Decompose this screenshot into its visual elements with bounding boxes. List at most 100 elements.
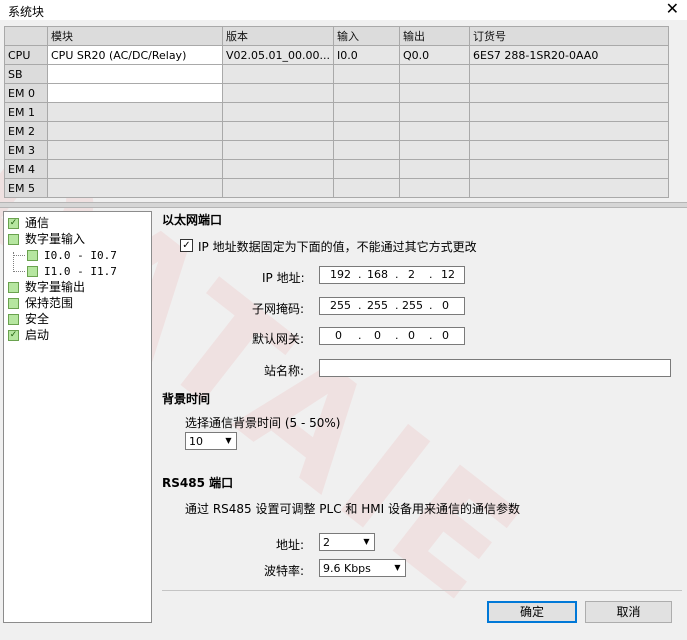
table-cell (222, 159, 334, 179)
subnet-octet: 255 (367, 299, 388, 312)
chevron-down-icon[interactable]: ▼ (359, 534, 374, 550)
tree-item-retentive-range[interactable]: 保持范围 (8, 295, 73, 311)
row-label: EM 1 (4, 102, 48, 122)
ip-octet: 168 (367, 268, 388, 281)
subnet-octet: 0 (442, 299, 449, 312)
table-cell (222, 140, 334, 160)
status-box-icon (8, 298, 19, 309)
table-cell (469, 159, 669, 179)
table-cell[interactable] (47, 178, 223, 198)
table-cell[interactable]: CPU SR20 (AC/DC/Relay) (47, 45, 223, 65)
ip-octet: 12 (441, 268, 455, 281)
table-cell (469, 121, 669, 141)
gateway-octet: 0 (442, 329, 449, 342)
table-row[interactable]: EM 2 (4, 121, 669, 141)
row-label: SB (4, 64, 48, 84)
table-row[interactable]: EM 5 (4, 178, 669, 198)
tree-item-label: 数字量输入 (25, 232, 86, 246)
tree-item-label: I0.0 - I0.7 (44, 249, 117, 262)
checkmark-icon: ✓ (8, 218, 19, 229)
baud-rate-select[interactable]: 9.6 Kbps ▼ (319, 559, 406, 577)
table-row[interactable]: CPU CPU SR20 (AC/DC/Relay) V02.05.01_00.… (4, 45, 669, 65)
table-row[interactable]: EM 3 (4, 140, 669, 160)
table-cell (333, 140, 400, 160)
table-cell (333, 83, 400, 103)
subnet-octet: 255 (402, 299, 423, 312)
table-cell[interactable] (47, 159, 223, 179)
rs485-address-select[interactable]: 2 ▼ (319, 533, 375, 551)
ip-address-label: IP 地址: (262, 271, 305, 285)
pane-splitter[interactable] (0, 202, 687, 208)
table-cell (399, 140, 470, 160)
table-row[interactable]: EM 1 (4, 102, 669, 122)
module-table: 模块 版本 输入 输出 订货号 CPU CPU SR20 (AC/DC/Rela… (4, 26, 669, 198)
row-label: EM 4 (4, 159, 48, 179)
tree-item-label: 通信 (25, 216, 50, 230)
divider (162, 590, 682, 591)
window-title: 系统块 (8, 5, 45, 19)
table-row[interactable]: SB (4, 64, 669, 84)
subnet-mask-label: 子网掩码: (252, 302, 305, 316)
chevron-down-icon[interactable]: ▼ (390, 560, 405, 576)
table-cell[interactable] (47, 83, 223, 103)
table-cell[interactable] (47, 140, 223, 160)
close-icon[interactable]: ✕ (666, 0, 679, 18)
background-time-title: 背景时间 (162, 392, 211, 406)
column-header-output: 输出 (399, 26, 470, 46)
table-cell: V02.05.01_00.00... (222, 45, 334, 65)
table-cell (222, 83, 334, 103)
ip-octet: 2 (408, 268, 415, 281)
chevron-down-icon[interactable]: ▼ (221, 433, 236, 449)
row-label: CPU (4, 45, 48, 65)
title-bar: 系统块 ✕ (0, 0, 687, 20)
table-cell (333, 178, 400, 198)
ip-octet: 192 (330, 268, 351, 281)
table-cell[interactable] (47, 121, 223, 141)
rs485-description: 通过 RS485 设置可调整 PLC 和 HMI 设备用来通信的通信参数 (185, 502, 520, 516)
column-header-module: 模块 (47, 26, 223, 46)
tree-item-label: 数字量输出 (25, 280, 86, 294)
ip-address-field[interactable]: 192 . 168 . 2 . 12 (319, 266, 465, 284)
table-cell[interactable] (47, 64, 223, 84)
fixed-ip-checkbox[interactable]: ✓ (180, 239, 193, 252)
table-row[interactable]: EM 4 (4, 159, 669, 179)
rs485-address-value: 2 (323, 536, 330, 549)
ok-button[interactable]: 确定 (487, 601, 577, 623)
tree-item-digital-output[interactable]: 数字量输出 (8, 279, 85, 295)
table-cell (399, 64, 470, 84)
background-time-label: 选择通信背景时间 (5 - 50%) (185, 416, 341, 430)
table-cell (399, 121, 470, 141)
table-cell: I0.0 (333, 45, 400, 65)
default-gateway-field[interactable]: 0 . 0 . 0 . 0 (319, 327, 465, 345)
table-cell (333, 102, 400, 122)
tree-item-input-i0[interactable]: I0.0 - I0.7 (27, 247, 117, 263)
tree-item-label: I1.0 - I1.7 (44, 265, 117, 278)
status-box-icon (8, 282, 19, 293)
tree-item-communication[interactable]: ✓ 通信 (8, 215, 49, 231)
table-cell (399, 102, 470, 122)
tree-item-label: 启动 (25, 328, 50, 342)
tree-item-security[interactable]: 安全 (8, 311, 49, 327)
table-cell (469, 140, 669, 160)
tree-item-label: 安全 (25, 312, 50, 326)
station-name-input[interactable] (319, 359, 671, 377)
table-cell[interactable] (47, 102, 223, 122)
table-cell (222, 178, 334, 198)
row-label: EM 0 (4, 83, 48, 103)
tree-item-startup[interactable]: ✓ 启动 (8, 327, 49, 343)
table-cell (469, 178, 669, 198)
baud-rate-label: 波特率: (264, 564, 305, 578)
subnet-mask-field[interactable]: 255 . 255 . 255 . 0 (319, 297, 465, 315)
table-row[interactable]: EM 0 (4, 83, 669, 103)
cancel-button[interactable]: 取消 (585, 601, 672, 623)
rs485-address-label: 地址: (276, 538, 305, 552)
table-cell: 6ES7 288-1SR20-0AA0 (469, 45, 669, 65)
default-gateway-label: 默认网关: (252, 332, 305, 346)
tree-item-label: 保持范围 (25, 296, 74, 310)
table-cell (222, 102, 334, 122)
tree-item-digital-input[interactable]: 数字量输入 (8, 231, 85, 247)
table-cell (469, 64, 669, 84)
tree-item-input-i1[interactable]: I1.0 - I1.7 (27, 263, 117, 279)
tree-connector (13, 271, 25, 272)
background-time-select[interactable]: 10 ▼ (185, 432, 237, 450)
